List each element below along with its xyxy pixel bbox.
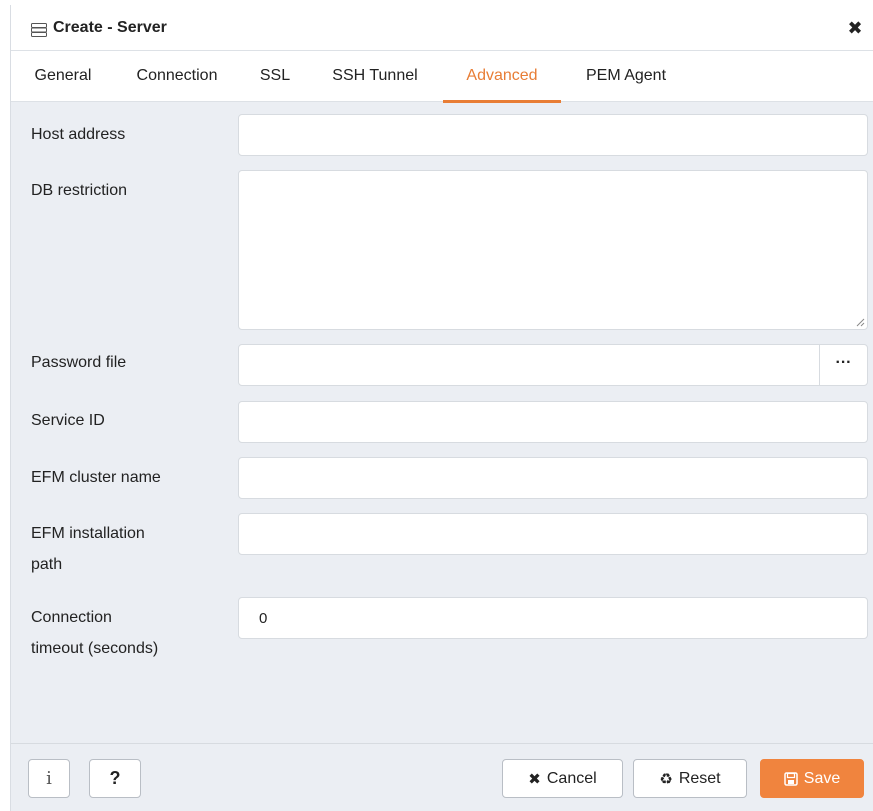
cancel-label: Cancel xyxy=(546,769,597,787)
reset-button[interactable]: ♻ Reset xyxy=(633,759,747,798)
connection-timeout-label-line1: Connection xyxy=(31,609,112,626)
create-server-dialog: Create - Server ✖ General Connection SSL… xyxy=(10,5,873,811)
tab-general[interactable]: General xyxy=(26,51,100,102)
efm-installation-path-label-line2: path xyxy=(31,556,63,573)
connection-timeout-label-line2: timeout (seconds) xyxy=(31,640,159,657)
reset-label: Reset xyxy=(678,769,721,787)
tab-ssh-tunnel[interactable]: SSH Tunnel xyxy=(320,51,430,102)
help-button[interactable]: ? xyxy=(89,759,141,798)
tab-advanced[interactable]: Advanced xyxy=(443,51,561,103)
tab-pem-agent[interactable]: PEM Agent xyxy=(573,51,679,102)
efm-installation-path-input[interactable] xyxy=(238,513,868,555)
service-id-label: Service ID xyxy=(31,412,105,429)
cancel-button[interactable]: ✖ Cancel xyxy=(502,759,623,798)
info-button[interactable]: i xyxy=(28,759,70,798)
tab-connection[interactable]: Connection xyxy=(123,51,231,102)
db-restriction-textarea[interactable] xyxy=(238,170,868,330)
close-icon: ✖ xyxy=(528,770,541,788)
dialog-footer: i ? ✖ Cancel ♻ Reset Save xyxy=(11,743,873,811)
host-address-label: Host address xyxy=(31,126,126,143)
save-button[interactable]: Save xyxy=(760,759,864,798)
dialog-title: Create - Server xyxy=(53,19,167,36)
server-icon xyxy=(31,23,47,37)
floppy-disk-icon xyxy=(784,771,798,786)
password-file-input[interactable] xyxy=(238,344,820,386)
service-id-input[interactable] xyxy=(238,401,868,443)
tab-ssl[interactable]: SSL xyxy=(257,51,293,102)
save-label: Save xyxy=(803,769,841,787)
db-restriction-label: DB restriction xyxy=(31,182,128,199)
dialog-header: Create - Server ✖ xyxy=(11,5,873,50)
efm-cluster-name-input[interactable] xyxy=(238,457,868,499)
efm-installation-path-label-line1: EFM installation xyxy=(31,525,145,542)
recycle-icon: ♻ xyxy=(659,770,673,788)
browse-file-button[interactable]: ··· xyxy=(819,344,868,386)
connection-timeout-input[interactable] xyxy=(238,597,868,639)
tab-bar: General Connection SSL SSH Tunnel Advanc… xyxy=(11,50,873,103)
host-address-input[interactable] xyxy=(238,114,868,156)
close-icon[interactable]: ✖ xyxy=(844,17,866,39)
resize-grip-icon[interactable] xyxy=(855,317,865,327)
efm-cluster-name-label: EFM cluster name xyxy=(31,469,161,486)
password-file-label: Password file xyxy=(31,354,127,371)
db-restriction-wrapper xyxy=(238,170,868,330)
